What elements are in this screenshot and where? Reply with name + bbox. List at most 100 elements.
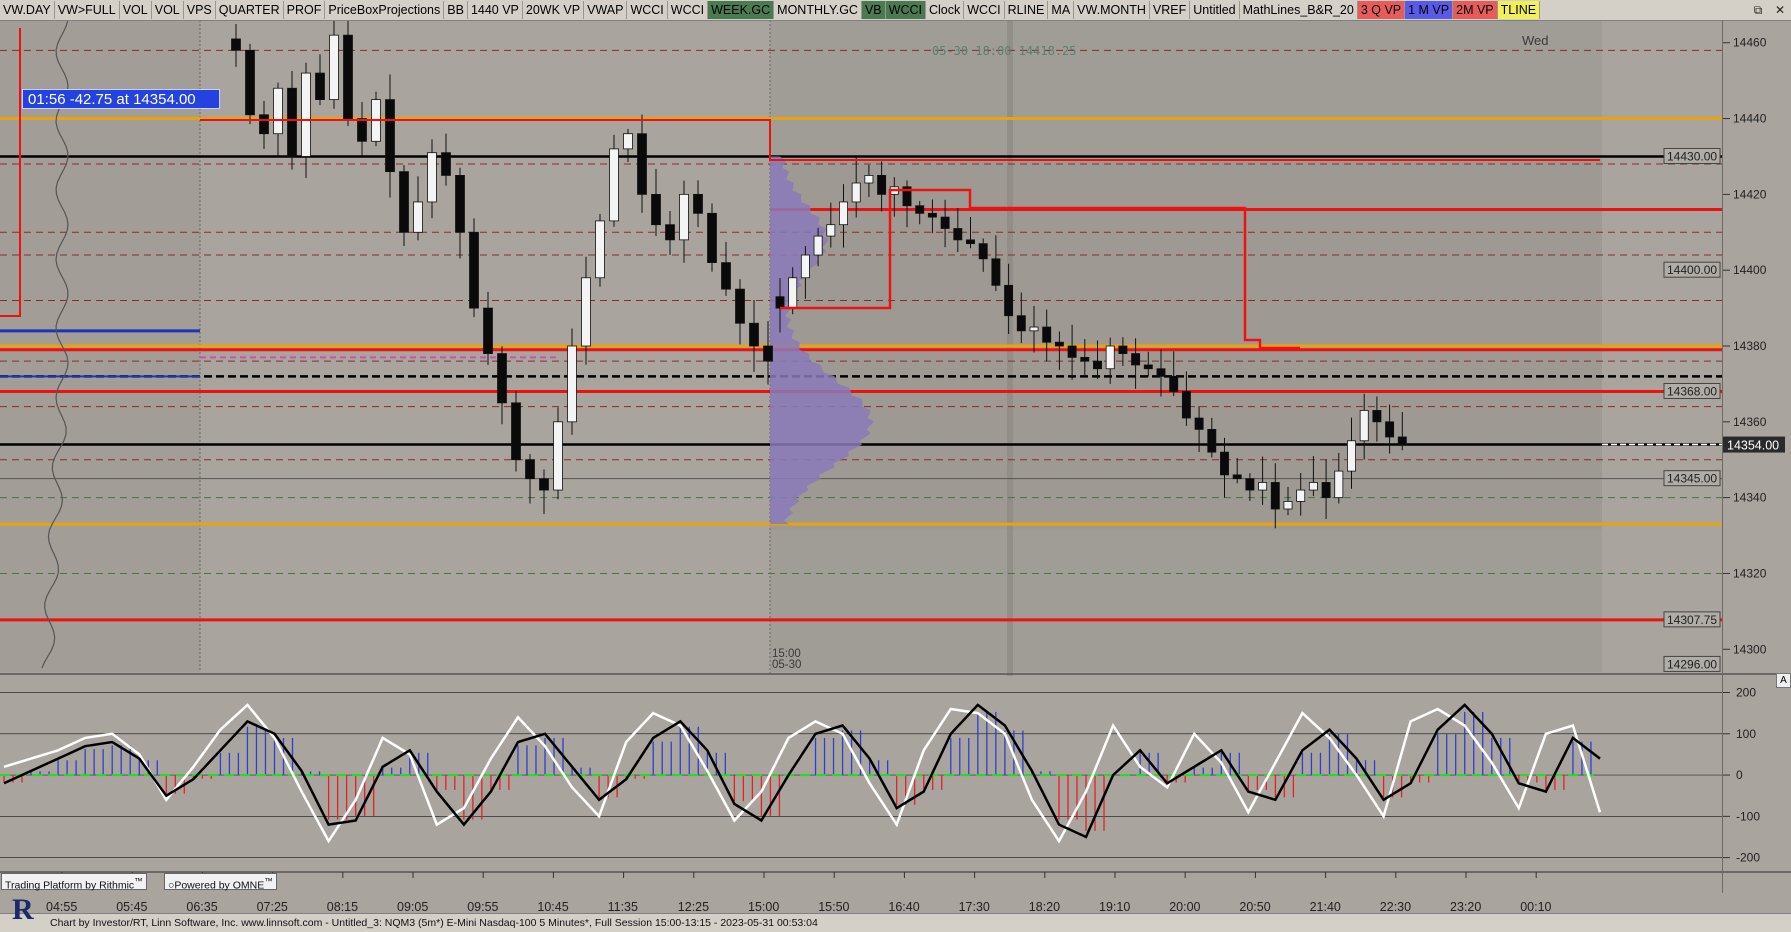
- session-candle: [1169, 375, 1179, 392]
- prior-candle: [707, 212, 717, 264]
- ohlc-stamp: 05-30 18:00 14418.25: [932, 44, 1077, 58]
- toolbar-button-4[interactable]: VPS: [184, 1, 216, 19]
- restore-icon[interactable]: ⧉: [1747, 1, 1769, 19]
- session-start-label: 15:00 05-30: [772, 648, 802, 671]
- toolbar-button-21[interactable]: MA: [1048, 1, 1075, 19]
- session-candle: [851, 182, 861, 203]
- price-tick-label: 14340: [1733, 491, 1767, 505]
- session-candle: [978, 243, 988, 260]
- time-tick-label: 07:25: [257, 900, 288, 913]
- rithmic-text: Trading Platform by Rithmic: [5, 879, 135, 892]
- session-start-date: 05-30: [772, 659, 802, 671]
- session-candle: [991, 258, 1001, 286]
- toolbar-button-9[interactable]: 1440 VP: [468, 1, 523, 19]
- price-level-tag-label: 14400.00: [1667, 263, 1717, 277]
- price-tick-label: 14460: [1733, 36, 1767, 50]
- linnsoft-logo: R: [4, 893, 46, 929]
- prior-candle: [315, 72, 325, 101]
- session-candle: [1308, 482, 1318, 491]
- session-candle: [1181, 391, 1191, 419]
- toolbar-button-7[interactable]: PriceBoxProjections: [325, 1, 445, 19]
- toolbar-button-25[interactable]: MathLines_B&R_20: [1240, 1, 1358, 19]
- time-tick-label: 05:45: [116, 900, 147, 913]
- prior-candle: [553, 421, 563, 491]
- prior-candle: [637, 133, 647, 195]
- price-tick-label: 14440: [1733, 112, 1767, 126]
- toolbar-button-18[interactable]: Clock: [926, 1, 965, 19]
- session-candle: [1080, 356, 1090, 362]
- toolbar-button-3[interactable]: VOL: [152, 1, 184, 19]
- time-tick-label: 16:40: [888, 900, 919, 913]
- toolbar-button-13[interactable]: WCCI: [668, 1, 709, 19]
- toolbar-button-23[interactable]: VREF: [1150, 1, 1191, 19]
- toolbar-button-14[interactable]: WEEK.GC: [708, 1, 775, 19]
- session-candle: [800, 254, 810, 279]
- time-tick-label: 22:30: [1380, 900, 1411, 913]
- prior-candle: [567, 345, 577, 423]
- toolbar-button-2[interactable]: VOL: [120, 1, 152, 19]
- session-candle: [1232, 474, 1242, 480]
- prior-candle: [735, 288, 745, 324]
- time-tick-label: 09:05: [397, 900, 428, 913]
- time-tick-label: 17:30: [959, 900, 990, 913]
- toolbar-button-29[interactable]: TLINE: [1497, 1, 1541, 19]
- session-candle: [1093, 360, 1102, 370]
- window-controls: ⧉ ✕: [1747, 0, 1791, 20]
- indicator-tick-label: -200: [1736, 851, 1760, 865]
- rithmic-branding: Trading Platform by Rithmic™: [1, 873, 147, 892]
- time-tick-label: 20:00: [1169, 900, 1200, 913]
- omne-branding: ○Powered by OMNE™: [164, 873, 277, 892]
- indicator-tick-label: 100: [1736, 727, 1756, 741]
- prior-candle: [721, 262, 731, 290]
- prior-candle: [455, 175, 465, 233]
- close-icon[interactable]: ✕: [1769, 1, 1791, 19]
- prior-candle: [525, 459, 535, 480]
- indicator-scale-flag[interactable]: A: [1776, 673, 1791, 688]
- session-candle: [1347, 440, 1356, 472]
- toolbar-button-28[interactable]: 2M VP: [1453, 1, 1498, 19]
- toolbar-button-16[interactable]: VB: [861, 1, 886, 19]
- toolbar-button-12[interactable]: WCCI: [627, 1, 668, 19]
- prior-candle: [651, 193, 661, 226]
- session-candle: [1029, 326, 1039, 332]
- toolbar-button-1[interactable]: VW>FULL: [55, 1, 120, 19]
- toolbar-button-22[interactable]: VW.MONTH: [1074, 1, 1150, 19]
- toolbar-button-19[interactable]: WCCI: [964, 1, 1005, 19]
- toolbar-button-15[interactable]: MONTHLY.GC: [774, 1, 862, 19]
- session-candle: [1372, 410, 1382, 423]
- toolbar-button-26[interactable]: 3 Q VP: [1357, 1, 1406, 19]
- prior-candle: [581, 277, 591, 347]
- price-chart-canvas[interactable]: 14460 14440 14420 14400 14380 14360 14340 14320…: [0, 0, 1791, 913]
- session-candle: [775, 296, 785, 309]
- session-candle: [1220, 451, 1229, 476]
- prior-candle: [259, 114, 269, 135]
- session-candle: [1131, 353, 1141, 366]
- session-candle: [788, 277, 798, 309]
- toolbar-button-10[interactable]: 20WK VP: [523, 1, 585, 19]
- time-tick-label: 00:10: [1520, 900, 1551, 913]
- prior-candle: [413, 201, 423, 233]
- time-tick-label: 15:00: [748, 900, 779, 913]
- toolbar-button-5[interactable]: QUARTER: [216, 1, 284, 19]
- toolbar-button-20[interactable]: RLINE: [1005, 1, 1049, 19]
- prior-candle: [623, 133, 633, 150]
- price-level-tag-label: 14368.00: [1667, 384, 1717, 398]
- toolbar-button-0[interactable]: VW.DAY: [0, 1, 55, 19]
- indicator-tick-label: 0: [1736, 768, 1743, 782]
- price-level-tag-label: 14430.00: [1667, 149, 1717, 163]
- prior-candle: [385, 99, 395, 173]
- session-candle: [966, 239, 975, 245]
- toolbar-button-11[interactable]: VWAP: [584, 1, 628, 19]
- toolbar-button-17[interactable]: WCCI: [885, 1, 926, 19]
- session-candle: [864, 175, 874, 184]
- toolbar-button-8[interactable]: BB: [444, 1, 468, 19]
- toolbar-button-24[interactable]: Untitled: [1190, 1, 1240, 19]
- toolbar-button-27[interactable]: 1 M VP: [1405, 1, 1454, 19]
- toolbar-button-6[interactable]: PROF: [284, 1, 326, 19]
- prior-candle: [749, 322, 759, 347]
- session-candle: [1245, 478, 1255, 491]
- time-tick-label: 20:50: [1239, 900, 1270, 913]
- omne-text: Powered by OMNE: [174, 879, 265, 892]
- session-candle: [1334, 470, 1344, 499]
- time-tick-label: 06:35: [186, 900, 217, 913]
